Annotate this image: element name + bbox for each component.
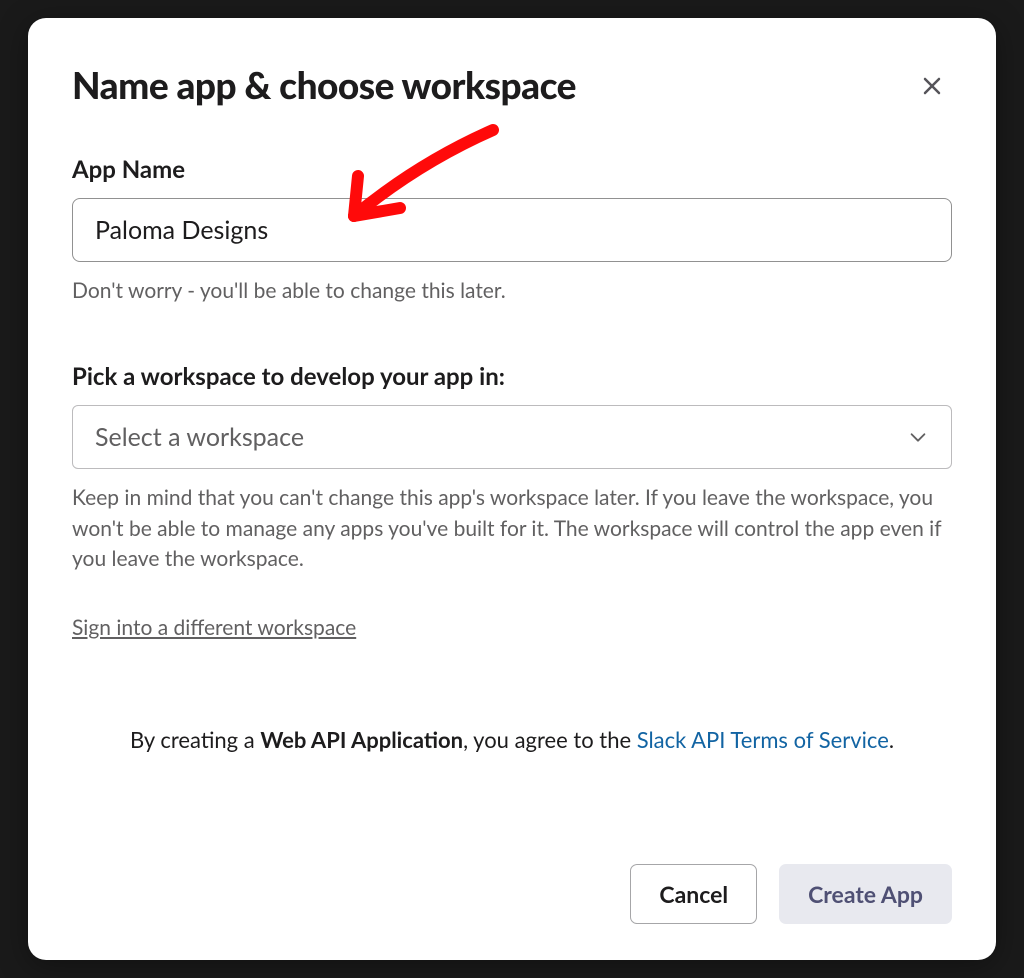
- app-name-label: App Name: [72, 155, 952, 184]
- workspace-select-placeholder: Select a workspace: [95, 422, 304, 452]
- create-app-button[interactable]: Create App: [779, 864, 952, 924]
- alt-signin-row: Sign into a different workspace: [72, 615, 952, 642]
- create-app-modal: Name app & choose workspace App Name Don…: [28, 18, 996, 960]
- close-button[interactable]: [912, 66, 952, 106]
- workspace-field: Pick a workspace to develop your app in:…: [72, 362, 952, 574]
- terms-bold: Web API Application: [260, 726, 463, 753]
- workspace-label: Pick a workspace to develop your app in:: [72, 362, 952, 391]
- app-name-field: App Name Don't worry - you'll be able to…: [72, 155, 952, 306]
- close-icon: [920, 74, 944, 98]
- cancel-button[interactable]: Cancel: [630, 864, 757, 924]
- workspace-select[interactable]: Select a workspace: [72, 405, 952, 469]
- chevron-down-icon: [907, 426, 929, 448]
- terms-middle: , you agree to the: [463, 726, 637, 753]
- terms-row: By creating a Web API Application, you a…: [72, 726, 952, 753]
- sign-into-different-workspace-link[interactable]: Sign into a different workspace: [72, 615, 356, 642]
- app-name-input[interactable]: [72, 198, 952, 262]
- modal-title: Name app & choose workspace: [72, 62, 576, 107]
- terms-suffix: .: [889, 726, 894, 753]
- terms-of-service-link[interactable]: Slack API Terms of Service: [637, 726, 889, 753]
- terms-prefix: By creating a: [130, 726, 260, 753]
- modal-footer: Cancel Create App: [72, 824, 952, 924]
- workspace-helper: Keep in mind that you can't change this …: [72, 483, 952, 574]
- modal-header: Name app & choose workspace: [72, 62, 952, 107]
- app-name-helper: Don't worry - you'll be able to change t…: [72, 276, 952, 306]
